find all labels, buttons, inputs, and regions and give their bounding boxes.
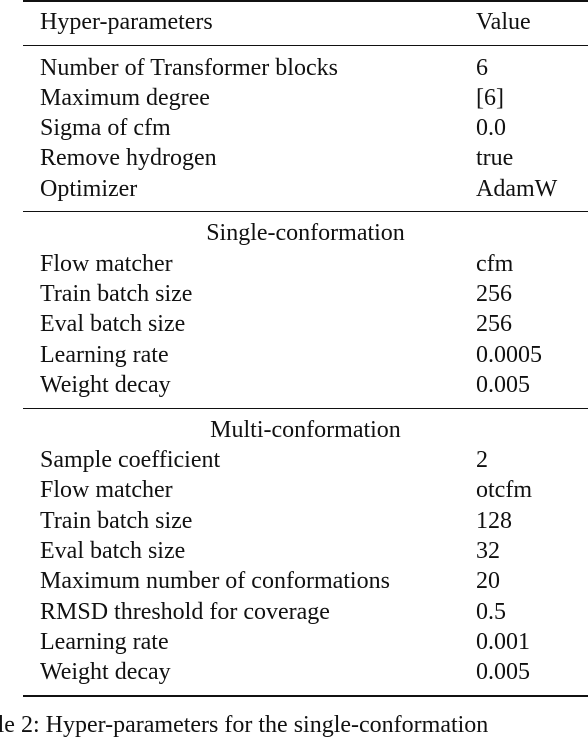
- param-name: Optimizer: [40, 176, 138, 202]
- table-header: Hyper-parameters Value: [0, 7, 588, 37]
- param-name: Eval batch size: [40, 311, 186, 337]
- param-value: 256: [476, 281, 512, 307]
- table-row: Weight decay 0.005: [0, 657, 588, 687]
- param-name: Weight decay: [40, 372, 171, 398]
- param-value: 0.0005: [476, 342, 542, 368]
- param-value: true: [476, 145, 514, 171]
- table-row: Train batch size 256: [0, 279, 588, 309]
- table-row: Number of Transformer blocks 6: [0, 53, 588, 83]
- param-name: Sigma of cfm: [40, 115, 171, 141]
- param-value: 128: [476, 508, 512, 534]
- section-rule-multi: [23, 408, 588, 409]
- param-value: AdamW: [476, 176, 558, 202]
- table-row: Optimizer AdamW: [0, 174, 588, 204]
- table-row: Remove hydrogen true: [0, 143, 588, 173]
- param-value: cfm: [476, 251, 514, 277]
- table-row: Flow matcher otcfm: [0, 475, 588, 505]
- param-name: Train batch size: [40, 281, 193, 307]
- table-caption: Table 2: Hyper-parameters for the single…: [0, 712, 489, 738]
- param-name: Sample coefficient: [40, 447, 221, 473]
- table-row: Train batch size 128: [0, 506, 588, 536]
- param-name: Weight decay: [40, 659, 171, 685]
- section-title-single-conformation: Single-conformation: [206, 220, 405, 246]
- table-row: Sigma of cfm 0.0: [0, 113, 588, 143]
- param-name: Maximum number of conformations: [40, 568, 390, 594]
- param-value: 256: [476, 311, 512, 337]
- table-row: Eval batch size 32: [0, 536, 588, 566]
- bottom-rule: [23, 695, 588, 697]
- param-name: Train batch size: [40, 508, 193, 534]
- section-title-multi-conformation: Multi-conformation: [210, 417, 401, 443]
- param-value: 32: [476, 538, 500, 564]
- section-rule-single: [23, 211, 588, 212]
- top-rule: [23, 0, 588, 2]
- param-value: [6]: [476, 85, 504, 111]
- header-hyper-parameters: Hyper-parameters: [40, 9, 213, 35]
- param-value: otcfm: [476, 477, 532, 503]
- param-name: Eval batch size: [40, 538, 186, 564]
- param-name: Flow matcher: [40, 477, 173, 503]
- table-row: Sample coefficient 2: [0, 445, 588, 475]
- param-value: 0.005: [476, 659, 530, 685]
- param-value: 0.0: [476, 115, 506, 141]
- param-name: RMSD threshold for coverage: [40, 599, 330, 625]
- param-name: Learning rate: [40, 629, 169, 655]
- table-row: Learning rate 0.001: [0, 627, 588, 657]
- param-name: Learning rate: [40, 342, 169, 368]
- param-value: 0.5: [476, 599, 506, 625]
- table-row: Flow matcher cfm: [0, 249, 588, 279]
- header-rule: [23, 45, 588, 46]
- table-row: Eval batch size 256: [0, 309, 588, 339]
- table-row: Maximum number of conformations 20: [0, 566, 588, 596]
- table-row: Learning rate 0.0005: [0, 340, 588, 370]
- param-name: Maximum degree: [40, 85, 210, 111]
- param-value: 20: [476, 568, 500, 594]
- param-value: 0.005: [476, 372, 530, 398]
- param-value: 6: [476, 55, 488, 81]
- table-row: Weight decay 0.005: [0, 370, 588, 400]
- param-value: 0.001: [476, 629, 530, 655]
- table-row: Maximum degree [6]: [0, 83, 588, 113]
- param-name: Remove hydrogen: [40, 145, 217, 171]
- param-name: Flow matcher: [40, 251, 173, 277]
- table-row: RMSD threshold for coverage 0.5: [0, 597, 588, 627]
- param-name: Number of Transformer blocks: [40, 55, 338, 81]
- header-value: Value: [476, 9, 531, 35]
- param-value: 2: [476, 447, 488, 473]
